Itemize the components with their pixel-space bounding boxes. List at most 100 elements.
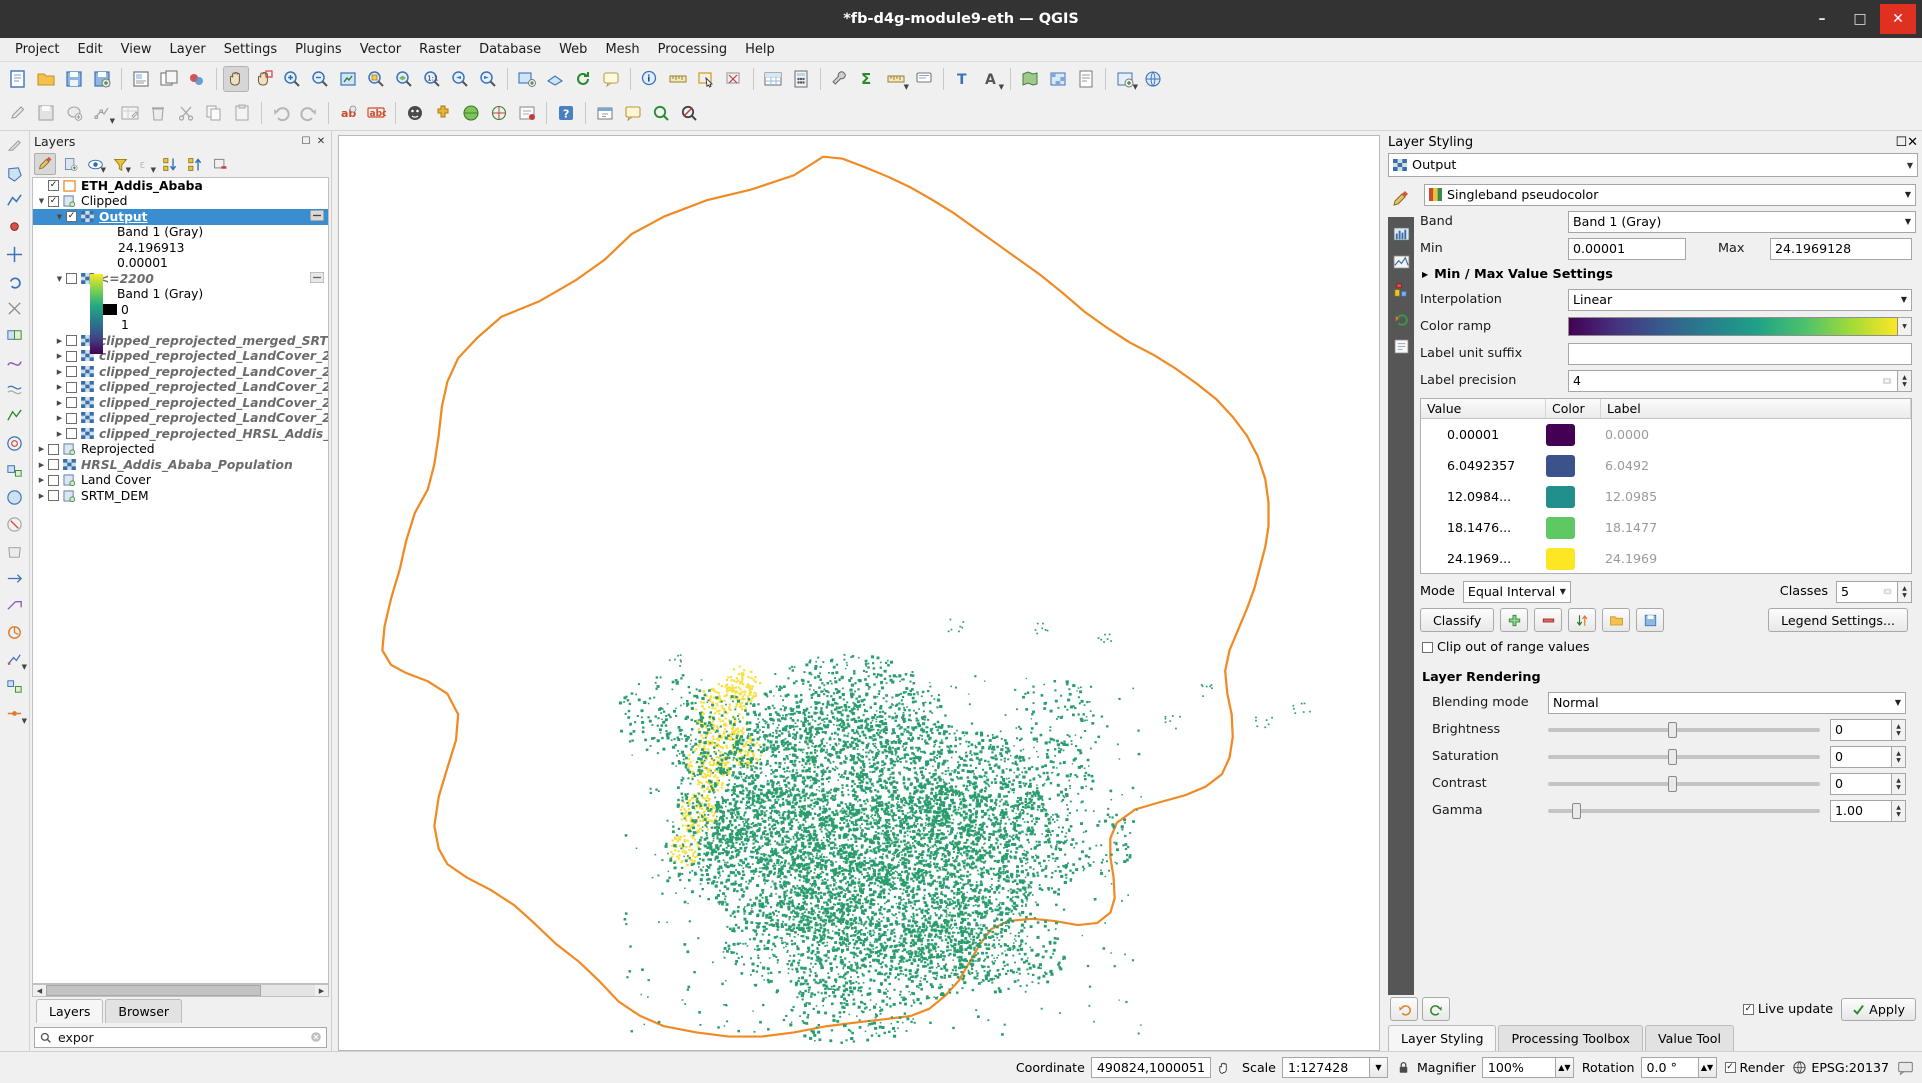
colorramp-dropdown-button[interactable]: ▼ [1898, 317, 1912, 336]
label-unit-suffix-input[interactable] [1568, 343, 1912, 365]
brightness-slider[interactable] [1548, 719, 1820, 741]
minimize-button[interactable]: – [1804, 4, 1840, 34]
paste-features-icon[interactable] [229, 100, 255, 126]
rotate-feature-icon[interactable] [2, 269, 27, 294]
mode-combo[interactable]: Equal Interval ▼ [1463, 581, 1571, 603]
save-ramp-icon[interactable] [1636, 608, 1664, 632]
show-map-tips-icon[interactable] [911, 66, 937, 92]
renderer-combo[interactable]: Singleband pseudocolor ▼ [1424, 184, 1916, 206]
scale-value[interactable]: 1:127428 [1282, 1057, 1370, 1078]
stepper-down-icon[interactable]: ▼ [1902, 381, 1907, 388]
layer-visibility-checkbox[interactable] [48, 490, 59, 501]
magnifier-value[interactable]: 100% [1482, 1057, 1556, 1078]
layer-visibility-checkbox[interactable] [66, 428, 77, 439]
rotation-value[interactable]: 0.0 ° [1641, 1057, 1699, 1078]
layer-tree-item[interactable]: ▶Land Cover [33, 473, 328, 489]
add-feature-icon[interactable] [61, 100, 87, 126]
color-swatch[interactable] [1546, 455, 1575, 477]
search-text-field[interactable] [56, 1029, 310, 1046]
refresh-icon[interactable] [570, 66, 596, 92]
panel-close-icon[interactable]: ✕ [1907, 135, 1918, 150]
save-project-icon[interactable] [61, 66, 87, 92]
layer-tree-item[interactable]: ▶0 [33, 302, 328, 318]
stepper-down-icon[interactable]: ▼ [1896, 784, 1901, 791]
copy-features-icon[interactable] [201, 100, 227, 126]
layer-tree-item[interactable]: ▶clipped_reprojected_HRSL_Addis_Abab [33, 426, 328, 442]
add-class-icon[interactable] [1500, 608, 1528, 632]
classification-row[interactable]: 0.000010.0000 [1421, 419, 1911, 450]
stepper-up-icon[interactable]: ▲ [1902, 374, 1907, 381]
layer-tree-item[interactable]: ▶clipped_reprojected_LandCover_2016 [33, 395, 328, 411]
collapse-all-icon[interactable] [184, 153, 206, 175]
classification-row[interactable]: 18.1476...18.1477 [1421, 512, 1911, 543]
layer-tree-item[interactable]: ▶clipped_reprojected_LandCover_2015 [33, 411, 328, 427]
chevron-down-icon[interactable]: ▼ [1560, 587, 1566, 596]
menu-item-settings[interactable]: Settings [215, 39, 286, 60]
gamma-slider[interactable] [1548, 800, 1820, 822]
menu-item-web[interactable]: Web [550, 39, 596, 60]
save-project-as-icon[interactable] [89, 66, 115, 92]
zoom-full-icon[interactable] [335, 66, 361, 92]
zoom-native-icon[interactable]: 1:1 [419, 66, 445, 92]
clear-classes-icon[interactable] [1882, 586, 1893, 597]
search-locator-icon[interactable] [648, 100, 674, 126]
expand-arrow-icon[interactable]: ▶ [53, 430, 66, 438]
add-wms-layer-icon[interactable] [1140, 66, 1166, 92]
classes-input[interactable]: 5 [1836, 581, 1898, 603]
layer-visibility-checkbox[interactable]: ✓ [48, 180, 59, 191]
reshape-features-icon[interactable] [2, 350, 27, 375]
expand-arrow-icon[interactable]: ▶ [53, 383, 66, 391]
layer-tree-item[interactable]: ▶SRTM_DEM [33, 488, 328, 504]
chevron-down-icon[interactable]: ▼ [110, 117, 115, 125]
select-features-icon[interactable] [693, 66, 719, 92]
menu-item-view[interactable]: View [112, 39, 161, 60]
class-color-cell[interactable] [1546, 548, 1601, 570]
gamma-stepper[interactable]: ▲ ▼ [1892, 800, 1906, 822]
gamma-input[interactable]: 1.00 [1830, 800, 1892, 822]
stepper-up-icon[interactable]: ▲ [1896, 723, 1901, 730]
magnifier-stepper[interactable]: ▲▼ [1556, 1057, 1574, 1078]
layer-visibility-checkbox[interactable] [48, 459, 59, 470]
georeferencer-icon[interactable] [486, 100, 512, 126]
apply-button[interactable]: Apply [1841, 998, 1916, 1021]
class-label[interactable]: 24.1969 [1601, 551, 1911, 566]
color-swatch[interactable] [1546, 486, 1575, 508]
stepper-up-icon[interactable]: ▲ [1896, 777, 1901, 784]
add-ring-icon[interactable] [2, 431, 27, 456]
stepper-up-icon[interactable]: ▲ [1896, 804, 1901, 811]
saturation-slider[interactable] [1548, 746, 1820, 768]
layer-tree-item[interactable]: ▼✓Output [33, 209, 328, 225]
saturation-input[interactable]: 0 [1830, 746, 1892, 768]
rotation-stepper[interactable]: ▲▼ [1699, 1057, 1717, 1078]
minmax-settings-group[interactable]: ▶ Min / Max Value Settings [1416, 262, 1916, 286]
class-label[interactable]: 6.0492 [1601, 458, 1911, 473]
redo-icon[interactable] [1422, 997, 1450, 1021]
layer-indicator-icon[interactable] [310, 272, 324, 286]
remove-layer-icon[interactable] [209, 153, 231, 175]
split-features-icon[interactable] [2, 296, 27, 321]
expand-arrow-icon[interactable]: ▶ [53, 414, 66, 422]
zoom-next-icon[interactable] [475, 66, 501, 92]
menu-item-database[interactable]: Database [470, 39, 550, 60]
close-button[interactable]: ✕ [1880, 4, 1916, 34]
chevron-down-icon[interactable]: ▼ [1902, 323, 1907, 330]
color-swatch[interactable] [1546, 424, 1575, 446]
menu-item-vector[interactable]: Vector [351, 39, 410, 60]
sort-classes-icon[interactable] [1568, 608, 1596, 632]
label-precision-input[interactable]: 4 [1568, 370, 1898, 392]
classification-table[interactable]: ValueColorLabel 0.000010.00006.04923576.… [1420, 398, 1912, 574]
pan-map-icon[interactable] [223, 66, 249, 92]
menu-item-processing[interactable]: Processing [649, 39, 736, 60]
python-console-icon[interactable] [402, 100, 428, 126]
class-color-cell[interactable] [1546, 486, 1601, 508]
scale-dropdown-icon[interactable]: ▼ [1370, 1057, 1388, 1078]
brightness-input[interactable]: 0 [1830, 719, 1892, 741]
layer-visibility-checkbox[interactable] [66, 351, 77, 362]
expand-arrow-icon[interactable]: ▶ [53, 337, 66, 345]
layer-tree-item[interactable]: ▶clipped_reprojected_LandCover_2018 [33, 364, 328, 380]
contrast-input[interactable]: 0 [1830, 773, 1892, 795]
coordinate-value[interactable]: 490824,1000051 [1091, 1057, 1211, 1078]
collapse-arrow-icon[interactable]: ▼ [53, 213, 66, 221]
cut-features-icon[interactable] [173, 100, 199, 126]
class-label[interactable]: 12.0985 [1601, 489, 1911, 504]
